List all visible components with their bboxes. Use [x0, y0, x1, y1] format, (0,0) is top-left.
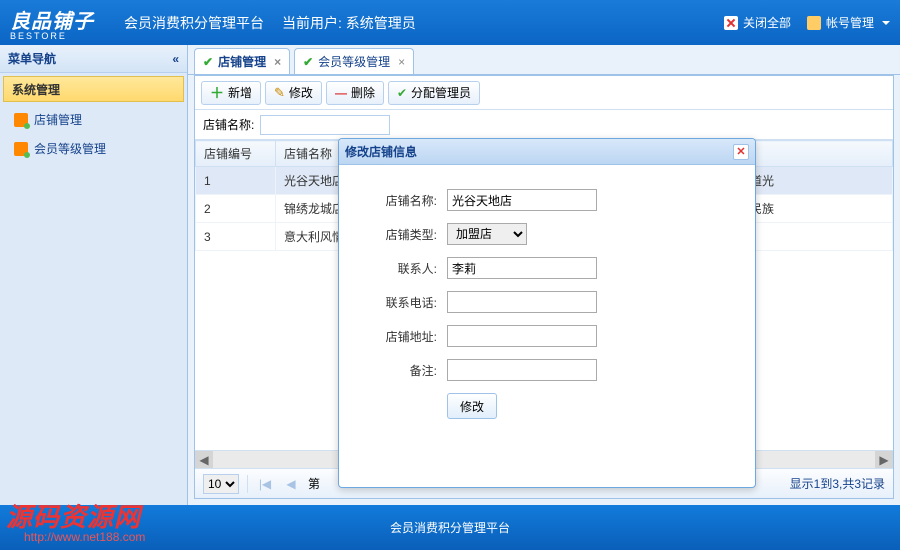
sidebar-item-store[interactable]: 店铺管理: [0, 105, 187, 134]
sidebar-header: 菜单导航 «: [0, 45, 187, 73]
chevron-down-icon: [882, 21, 890, 25]
check-icon: ✔: [397, 86, 407, 100]
check-icon: ✔: [303, 55, 313, 69]
edit-store-modal: 修改店铺信息 ✕ 店铺名称: 店铺类型:加盟店 联系人: 联系电话: 店铺地址:…: [338, 138, 756, 488]
submit-button[interactable]: 修改: [447, 393, 497, 419]
store-type-select[interactable]: 加盟店: [447, 223, 527, 245]
top-bar: 良品铺子 BESTORE 会员消费积分管理平台 当前用户: 系统管理员 关闭全部…: [0, 0, 900, 45]
user-icon: [807, 16, 821, 30]
page-size-select[interactable]: 10: [203, 474, 239, 494]
pager-page-label: 第: [308, 475, 320, 492]
edit-button[interactable]: ✎修改: [265, 81, 322, 105]
search-row: 店铺名称:: [195, 110, 893, 140]
toolbar: ＋新增 ✎修改 —删除 ✔分配管理员: [195, 76, 893, 110]
tab-member-level[interactable]: ✔ 会员等级管理 ×: [294, 48, 414, 74]
modal-header[interactable]: 修改店铺信息 ✕: [339, 139, 755, 165]
node-icon: [14, 142, 28, 156]
sidebar-group-system[interactable]: 系统管理: [3, 76, 184, 102]
modal-title: 修改店铺信息: [345, 143, 417, 160]
app-title: 会员消费积分管理平台: [124, 13, 264, 33]
address-input[interactable]: [447, 325, 597, 347]
pager-info: 显示1到3,共3记录: [790, 475, 885, 492]
node-icon: [14, 113, 28, 127]
tab-store[interactable]: ✔ 店铺管理 ×: [194, 48, 290, 74]
phone-input[interactable]: [447, 291, 597, 313]
check-icon: ✔: [203, 55, 213, 69]
watermark: 源码资源网 http://www.net188.com: [6, 497, 145, 544]
tab-close-icon[interactable]: ×: [274, 55, 281, 69]
tab-bar: ✔ 店铺管理 × ✔ 会员等级管理 ×: [188, 45, 900, 75]
assign-button[interactable]: ✔分配管理员: [388, 81, 480, 105]
pager-prev[interactable]: ◀: [282, 475, 300, 493]
account-menu[interactable]: 帐号管理: [807, 14, 890, 31]
remark-input[interactable]: [447, 359, 597, 381]
close-all-button[interactable]: 关闭全部: [724, 14, 791, 31]
sidebar-item-member-level[interactable]: 会员等级管理: [0, 134, 187, 163]
store-name-input[interactable]: [447, 189, 597, 211]
delete-button[interactable]: —删除: [326, 81, 384, 105]
scroll-right-icon[interactable]: ▶: [875, 451, 893, 468]
add-button[interactable]: ＋新增: [201, 81, 261, 105]
contact-input[interactable]: [447, 257, 597, 279]
minus-icon: —: [335, 86, 347, 100]
tab-close-icon[interactable]: ×: [398, 55, 405, 69]
pager-first[interactable]: |◀: [256, 475, 274, 493]
brand-logo: 良品铺子 BESTORE: [10, 5, 94, 41]
current-user: 当前用户: 系统管理员: [282, 13, 416, 33]
pencil-icon: ✎: [274, 85, 285, 101]
plus-icon: ＋: [210, 83, 224, 103]
search-input[interactable]: [260, 115, 390, 135]
scroll-left-icon[interactable]: ◀: [195, 451, 213, 468]
sidebar: 菜单导航 « 系统管理 店铺管理 会员等级管理: [0, 45, 188, 505]
collapse-icon[interactable]: «: [172, 52, 179, 66]
search-label: 店铺名称:: [203, 116, 254, 133]
close-all-icon: [724, 16, 738, 30]
col-id[interactable]: 店铺编号: [196, 141, 276, 167]
modal-close-button[interactable]: ✕: [733, 144, 749, 160]
